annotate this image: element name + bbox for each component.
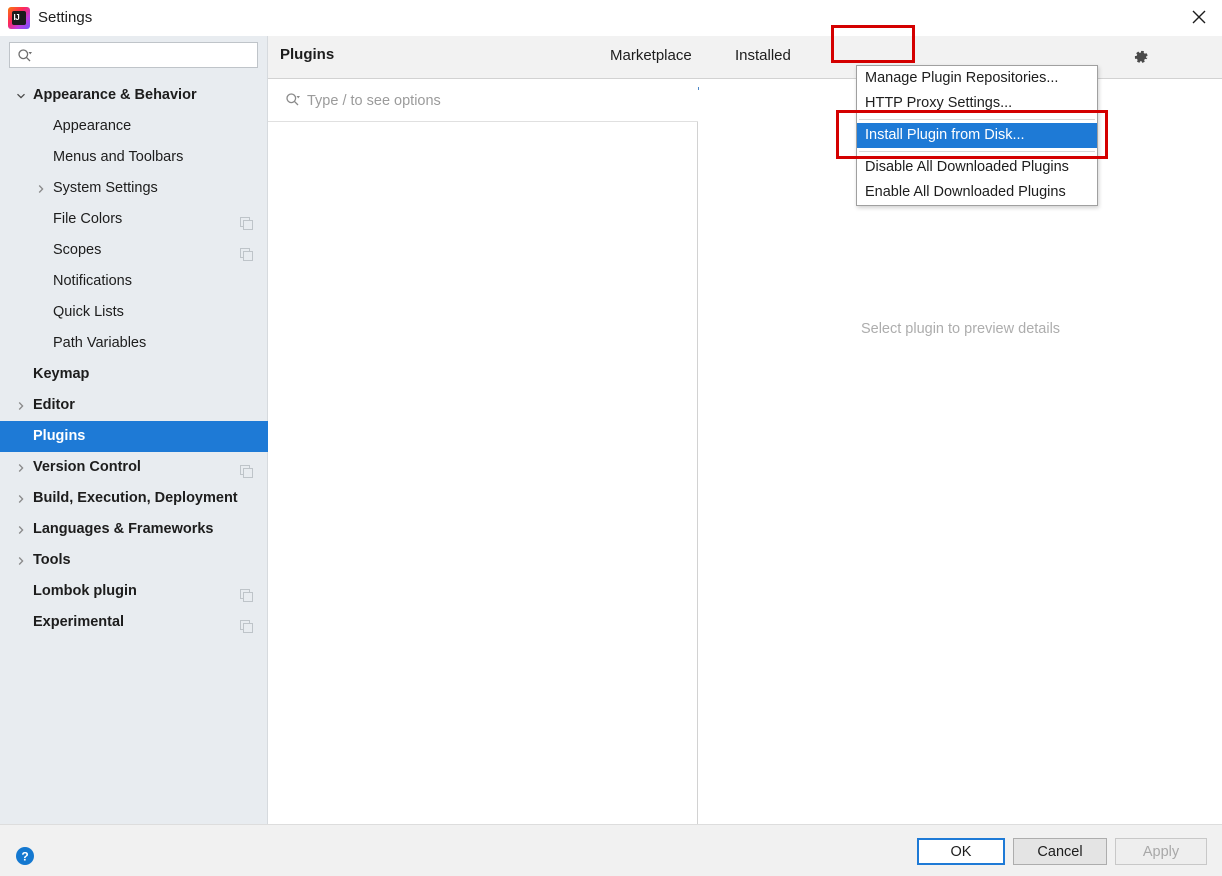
sidebar-item-label: Quick Lists <box>53 304 124 320</box>
copy-icon <box>240 584 254 602</box>
sidebar-item-label: Keymap <box>33 366 90 382</box>
sidebar-item-path-variables[interactable]: Path Variables <box>0 328 268 359</box>
dialog-footer: ? OK Cancel Apply <box>0 824 1222 876</box>
sidebar-item-label: Appearance <box>53 118 132 134</box>
gear-icon[interactable] <box>1119 42 1163 72</box>
menu-item-http-proxy-settings[interactable]: HTTP Proxy Settings... <box>857 91 1097 116</box>
window-title: Settings <box>38 9 93 26</box>
sidebar-item-label: Lombok plugin <box>33 583 137 599</box>
sidebar-item-label: Languages & Frameworks <box>33 521 214 537</box>
close-icon[interactable] <box>1176 0 1222 34</box>
tab-marketplace[interactable]: Marketplace <box>602 47 700 90</box>
page-title: Plugins <box>280 46 335 63</box>
plugin-search-box[interactable] <box>268 79 698 122</box>
detail-placeholder-text: Select plugin to preview details <box>860 321 1061 337</box>
sidebar-item-appearance[interactable]: Appearance <box>0 111 268 142</box>
copy-icon <box>240 615 254 633</box>
menu-item-disable-all-downloaded-plugins[interactable]: Disable All Downloaded Plugins <box>857 155 1097 180</box>
sidebar-item-label: Tools <box>33 552 71 568</box>
help-icon[interactable]: ? <box>15 846 35 866</box>
copy-icon <box>240 243 254 261</box>
sidebar-item-file-colors[interactable]: File Colors <box>0 204 268 235</box>
chevron-right-icon[interactable] <box>14 514 28 545</box>
sidebar-item-label: Path Variables <box>53 335 147 351</box>
tab-installed[interactable]: Installed <box>735 47 791 79</box>
title-bar: IJ Settings <box>0 0 1222 36</box>
plugin-search-input[interactable] <box>307 88 677 114</box>
sidebar-item-editor[interactable]: Editor <box>0 390 268 421</box>
sidebar-item-label: Appearance & Behavior <box>33 87 197 103</box>
chevron-right-icon[interactable] <box>14 483 28 514</box>
sidebar-item-label: Version Control <box>33 459 141 475</box>
menu-separator <box>859 151 1095 152</box>
sidebar-item-label: Editor <box>33 397 75 413</box>
chevron-right-icon[interactable] <box>14 452 28 483</box>
chevron-right-icon[interactable] <box>14 390 28 421</box>
plugin-list-pane <box>268 79 767 824</box>
sidebar-item-experimental[interactable]: Experimental <box>0 607 268 638</box>
sidebar-item-label: Notifications <box>53 273 132 289</box>
sidebar-item-label: System Settings <box>53 180 158 196</box>
sidebar-search-input[interactable] <box>40 43 255 67</box>
sidebar-item-build-execution-deployment[interactable]: Build, Execution, Deployment <box>0 483 268 514</box>
menu-separator <box>859 119 1095 120</box>
chevron-right-icon[interactable] <box>34 173 48 204</box>
settings-tree: Appearance & Behavior Appearance Menus and… <box>0 80 268 638</box>
sidebar-item-scopes[interactable]: Scopes <box>0 235 268 266</box>
sidebar-search-box[interactable] <box>9 42 258 68</box>
search-icon <box>285 92 301 108</box>
ok-button[interactable]: OK <box>917 838 1005 865</box>
copy-icon <box>240 460 254 478</box>
sidebar-item-lombok-plugin[interactable]: Lombok plugin <box>0 576 268 607</box>
sidebar-item-label: Plugins <box>33 428 86 444</box>
search-icon <box>17 48 33 64</box>
chevron-right-icon[interactable] <box>14 545 28 576</box>
svg-text:?: ? <box>21 850 28 864</box>
sidebar-item-label: Build, Execution, Deployment <box>33 490 238 506</box>
sidebar-item-label: Experimental <box>33 614 125 630</box>
chevron-down-icon[interactable] <box>14 80 28 111</box>
sidebar-item-system-settings[interactable]: System Settings <box>0 173 268 204</box>
sidebar-item-label: Menus and Toolbars <box>53 149 184 165</box>
sidebar-item-menus-and-toolbars[interactable]: Menus and Toolbars <box>0 142 268 173</box>
copy-icon <box>240 212 254 230</box>
sidebar-item-label: File Colors <box>53 211 123 227</box>
settings-sidebar: Appearance & Behavior Appearance Menus and… <box>0 36 268 824</box>
menu-item-manage-plugin-repositories[interactable]: Manage Plugin Repositories... <box>857 66 1097 91</box>
cancel-button[interactable]: Cancel <box>1013 838 1107 865</box>
sidebar-item-appearance-behavior[interactable]: Appearance & Behavior <box>0 80 268 111</box>
sidebar-item-languages-frameworks[interactable]: Languages & Frameworks <box>0 514 268 545</box>
menu-item-enable-all-downloaded-plugins[interactable]: Enable All Downloaded Plugins <box>857 180 1097 205</box>
intellij-idea-logo-icon: IJ <box>8 7 30 29</box>
gear-dropdown-menu: Manage Plugin Repositories... HTTP Proxy … <box>856 65 1098 206</box>
menu-item-install-plugin-from-disk[interactable]: Install Plugin from Disk... <box>857 123 1097 148</box>
settings-dialog: IJ Settings Appearance & Behavior Appeara… <box>0 0 1222 876</box>
sidebar-item-tools[interactable]: Tools <box>0 545 268 576</box>
sidebar-item-notifications[interactable]: Notifications <box>0 266 268 297</box>
sidebar-item-quick-lists[interactable]: Quick Lists <box>0 297 268 328</box>
sidebar-item-version-control[interactable]: Version Control <box>0 452 268 483</box>
sidebar-item-label: Scopes <box>53 242 102 258</box>
apply-button[interactable]: Apply <box>1115 838 1207 865</box>
sidebar-item-plugins[interactable]: Plugins <box>0 421 268 452</box>
sidebar-item-keymap[interactable]: Keymap <box>0 359 268 390</box>
